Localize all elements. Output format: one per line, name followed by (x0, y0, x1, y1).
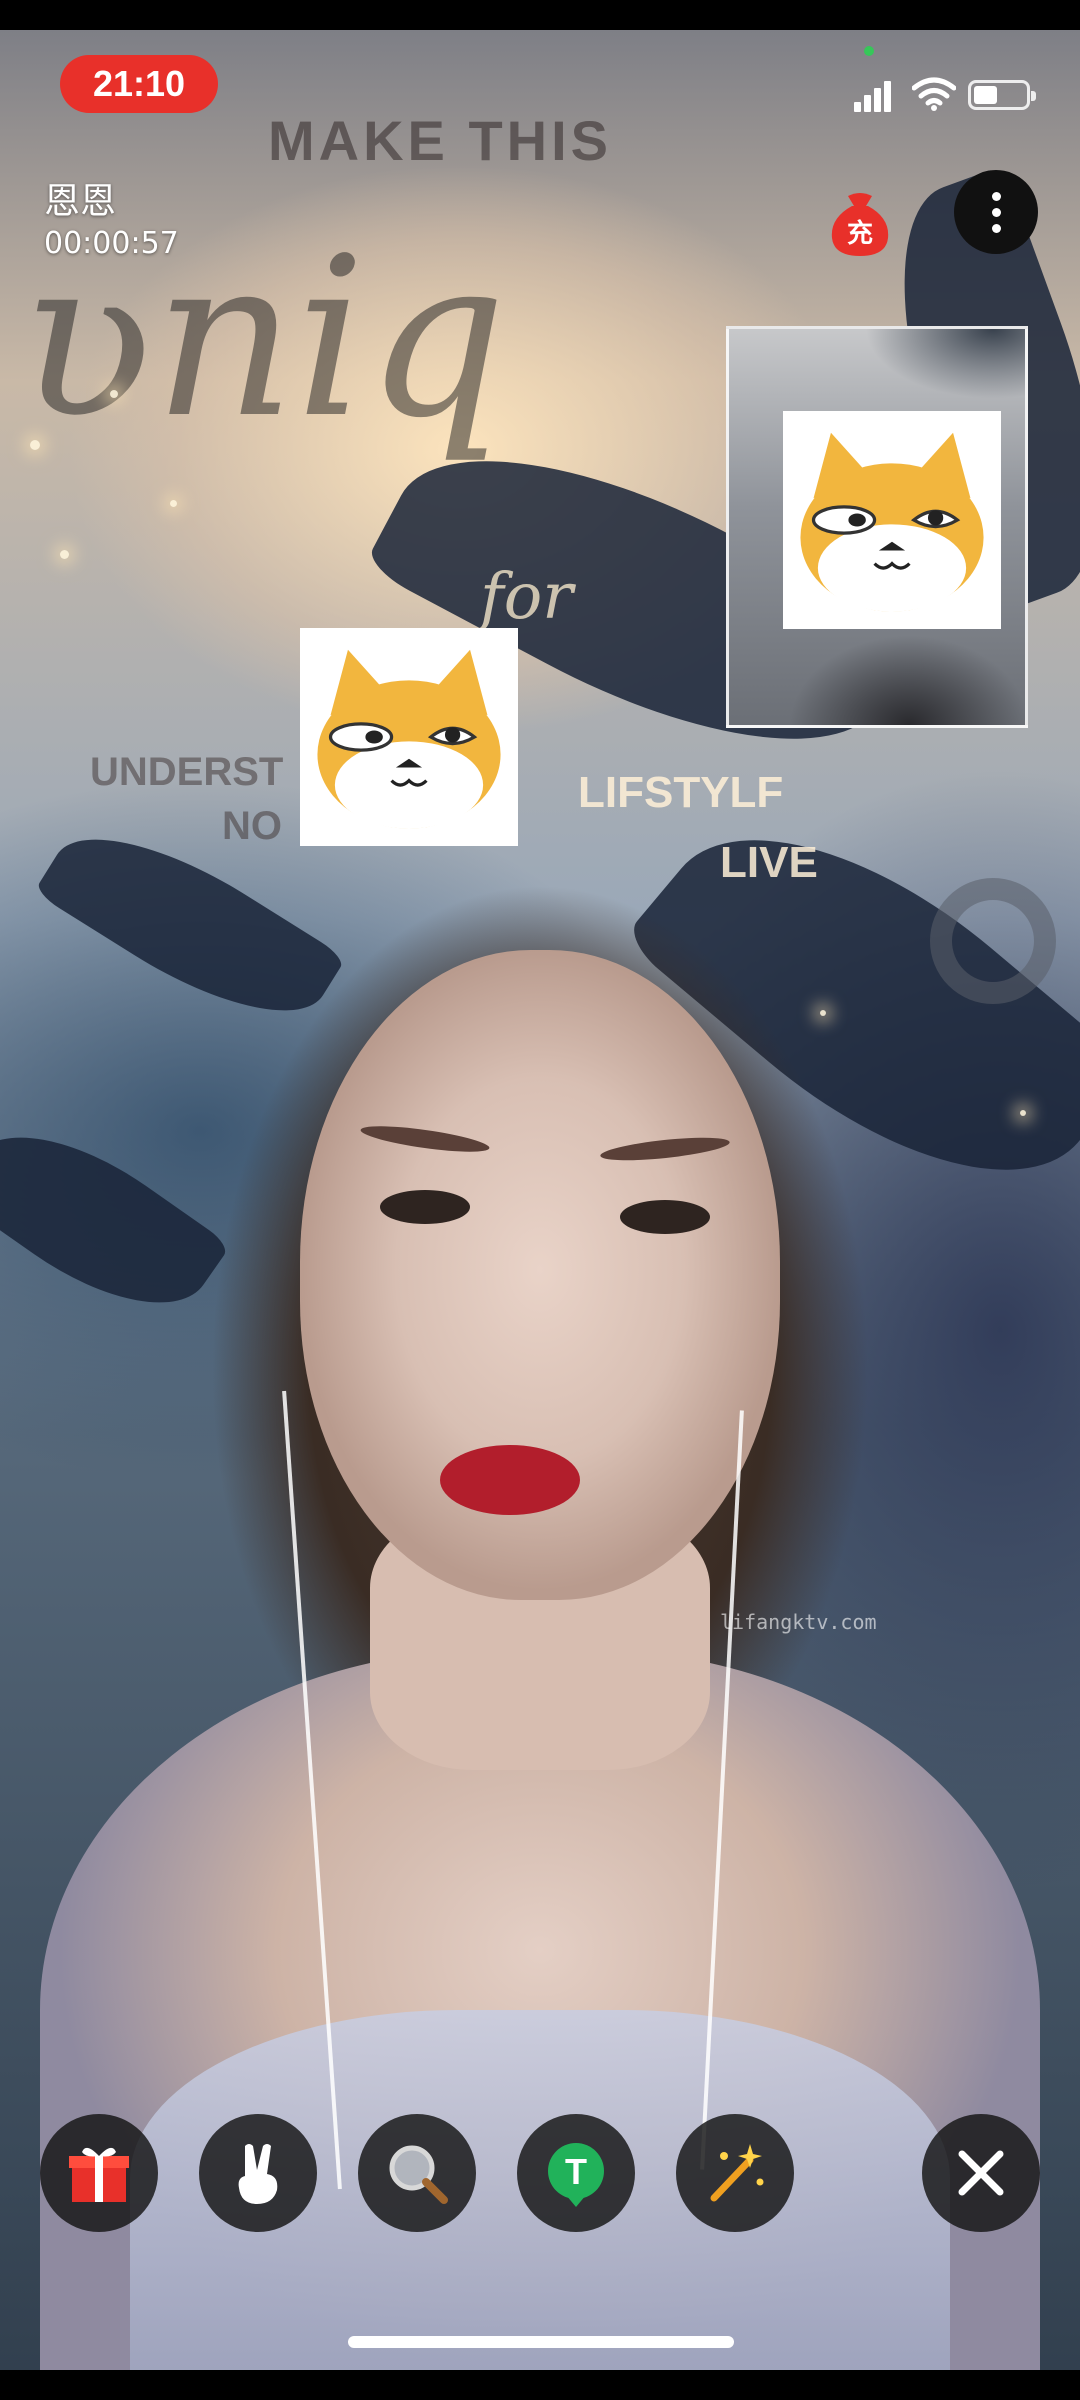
background-text: LIVE (720, 838, 818, 887)
cellular-signal-icon (854, 80, 894, 112)
self-preview-window[interactable] (726, 326, 1028, 728)
video-watermark: lifangktv.com (720, 1610, 877, 1634)
lips (440, 1445, 580, 1515)
more-options-button[interactable] (954, 170, 1038, 254)
hangup-button[interactable] (922, 2114, 1040, 2232)
self-preview-shadow (865, 329, 1025, 399)
battery-level-fill (974, 86, 997, 104)
gift-icon (69, 2147, 129, 2202)
three-dots-vertical-icon (991, 191, 1001, 201)
red-money-bag-icon: 充 (831, 193, 889, 256)
video-call-screen: MAKE THIS ʋniq for UNDERST NO LIFSTYLF L… (0, 30, 1080, 2370)
gift-button[interactable] (40, 2114, 158, 2232)
eye (380, 1190, 470, 1224)
recharge-icon-label: 充 (847, 218, 873, 249)
close-icon (958, 2150, 1004, 2196)
light-sparkle (30, 440, 40, 450)
magic-wand-icon (710, 2144, 764, 2202)
home-indicator[interactable] (348, 2336, 734, 2348)
floating-assistive-button[interactable] (930, 878, 1056, 1004)
light-sparkle (110, 390, 118, 398)
search-button[interactable] (358, 2114, 476, 2232)
background-text: MAKE THIS (268, 109, 612, 172)
recharge-button[interactable]: 充 (822, 188, 898, 260)
gesture-button[interactable] (199, 2114, 317, 2232)
status-time-pill: 21:10 (60, 55, 218, 113)
text-button[interactable]: T (517, 2114, 635, 2232)
call-duration: 00:00:57 (44, 226, 179, 261)
text-button-label: T (565, 2151, 587, 2192)
self-shiba-sticker (783, 411, 1001, 629)
remote-shiba-sticker (300, 628, 518, 846)
light-sparkle (1020, 1110, 1026, 1116)
background-text: LIFSTYLF (578, 768, 784, 817)
text-t-icon: T (548, 2143, 604, 2207)
background-text: NO (222, 804, 282, 848)
caller-name: 恩恩 (44, 181, 117, 222)
effects-button[interactable] (676, 2114, 794, 2232)
self-preview-shadow (789, 635, 1025, 725)
magnifier-icon (389, 2145, 448, 2204)
light-sparkle (170, 500, 177, 507)
victory-hand-icon (238, 2144, 278, 2204)
light-sparkle (60, 550, 69, 559)
wifi-icon (911, 76, 957, 112)
battery-icon (968, 80, 1036, 110)
eye (620, 1200, 710, 1234)
camera-in-use-indicator (864, 46, 874, 56)
background-text: for (480, 560, 573, 634)
background-text: UNDERST (90, 750, 284, 794)
